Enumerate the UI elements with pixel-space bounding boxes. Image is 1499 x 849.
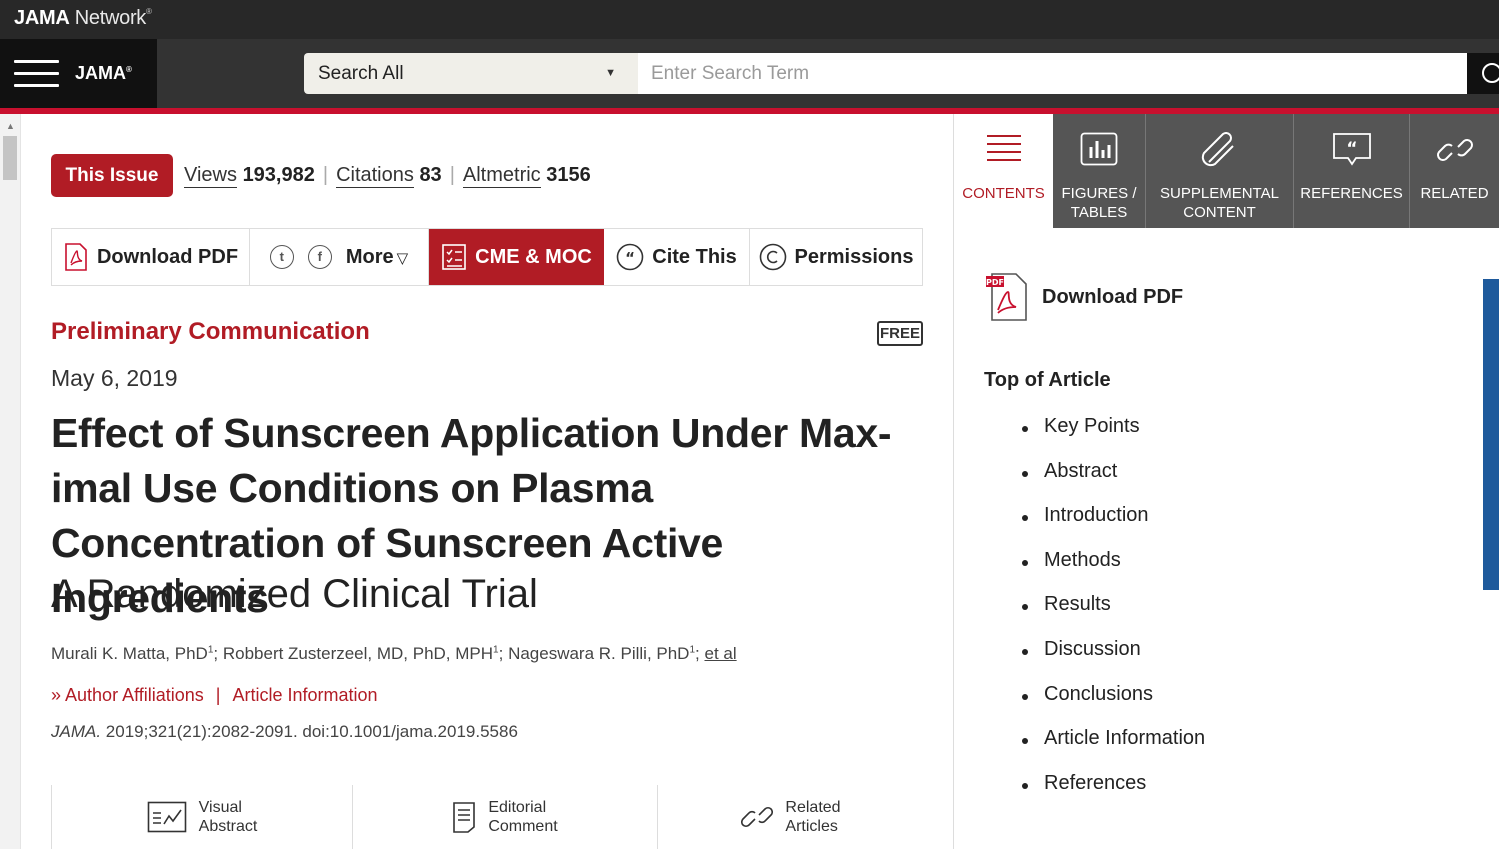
caret-down-icon: ▼	[605, 67, 616, 79]
quote-bubble-icon: “	[1332, 133, 1371, 166]
share-group: t f More ▽	[250, 229, 429, 285]
bar-chart-icon	[1080, 132, 1118, 166]
search-icon	[1482, 63, 1499, 83]
cme-moc-button[interactable]: CME & MOC	[429, 229, 604, 285]
toc-item-article-information[interactable]: Article Information	[1022, 727, 1205, 772]
permissions-button[interactable]: Permissions	[750, 229, 922, 285]
author-list: Murali K. Matta, PhD1; Robbert Zusterzee…	[51, 644, 737, 663]
toc-item-discussion[interactable]: Discussion	[1022, 638, 1205, 683]
svg-text:“: “	[1346, 139, 1357, 159]
toc-item-conclusions[interactable]: Conclusions	[1022, 683, 1205, 728]
double-chevron-right-icon: »	[51, 685, 62, 705]
link-icon	[1436, 139, 1473, 161]
publication-date: May 6, 2019	[51, 365, 178, 391]
more-dropdown[interactable]: More ▽	[346, 246, 408, 269]
facebook-icon[interactable]: f	[307, 245, 332, 269]
author-affiliations-link[interactable]: » Author Affiliations	[51, 685, 204, 705]
tab-related[interactable]: RELATED	[1410, 114, 1499, 228]
toc-item-results[interactable]: Results	[1022, 593, 1205, 638]
brand-trademark: ®	[146, 7, 152, 16]
toc-item-references[interactable]: References	[1022, 772, 1205, 817]
twitter-icon[interactable]: t	[269, 245, 294, 269]
related-links-bar: Visual Abstract Editorial Comment Related A…	[51, 785, 923, 849]
scroll-up-arrow-icon[interactable]: ▲	[6, 121, 15, 131]
article-information-link[interactable]: Article Information	[232, 685, 377, 705]
list-icon	[986, 135, 1021, 161]
pdf-icon	[65, 243, 87, 271]
page-scrollbar[interactable]: ▲	[0, 114, 21, 849]
quote-icon: “	[616, 243, 644, 271]
related-articles-link[interactable]: Related Articles	[658, 785, 924, 849]
article-category: Preliminary Communication	[51, 318, 370, 345]
hamburger-menu-icon[interactable]	[14, 60, 59, 88]
metric-altmetric[interactable]: Altmetric 3156	[462, 164, 591, 188]
tab-supplemental-content[interactable]: SUPPLEMENTAL CONTENT	[1146, 114, 1294, 228]
author-link[interactable]: Murali K. Matta, PhD1	[51, 644, 213, 663]
nav-bar: JAMA® Search All ▼	[0, 39, 1499, 108]
cite-this-button[interactable]: “ Cite This	[604, 229, 750, 285]
svg-text:PDF: PDF	[986, 278, 1004, 287]
metric-views[interactable]: Views 193,982	[184, 164, 315, 188]
article-citation: JAMA. 2019;321(21):2082-2091. doi:10.100…	[51, 722, 518, 741]
pdf-file-icon: PDF	[986, 273, 1027, 321]
free-badge: FREE	[877, 321, 923, 346]
jama-logo[interactable]: JAMA®	[75, 63, 132, 84]
author-link[interactable]: Robbert Zusterzeel, MD, PhD, MPH1	[223, 644, 499, 663]
brand-light: Network	[74, 7, 147, 29]
scroll-thumb[interactable]	[3, 136, 17, 180]
sidebar-scroll-indicator[interactable]	[1483, 279, 1499, 590]
paperclip-icon	[1201, 132, 1234, 167]
table-of-contents: Key Points Abstract Introduction Methods…	[1022, 415, 1205, 816]
link-icon	[741, 806, 774, 828]
article-toolbar: Download PDF t f More ▽ CME & MOC “ Cite …	[51, 228, 923, 286]
et-al-link[interactable]: et al	[704, 644, 736, 663]
tab-contents[interactable]: CONTENTS	[954, 114, 1053, 228]
jama-network-logo[interactable]: JAMA Network®	[14, 7, 152, 30]
chevron-down-icon: ▽	[396, 249, 409, 267]
nav-left: JAMA®	[0, 39, 157, 108]
document-icon	[453, 802, 476, 833]
search-button[interactable]	[1467, 53, 1499, 94]
visual-abstract-link[interactable]: Visual Abstract	[52, 785, 353, 849]
sidebar-tabs: CONTENTS FIGURES / TABLES SUPPLEMENTAL CON…	[954, 114, 1499, 228]
download-pdf-button[interactable]: Download PDF	[52, 229, 250, 285]
visual-abstract-icon	[147, 801, 186, 833]
copyright-icon	[759, 243, 786, 271]
this-issue-button[interactable]: This Issue	[51, 154, 173, 197]
article-subtitle: A Randomized Clinical Trial	[51, 572, 538, 616]
search-scope-label: Search All	[318, 63, 404, 84]
checklist-icon	[442, 244, 466, 270]
search-scope-select[interactable]: Search All ▼	[304, 53, 638, 94]
toc-item-abstract[interactable]: Abstract	[1022, 460, 1205, 505]
svg-text:“: “	[625, 249, 635, 267]
author-link[interactable]: Nageswara R. Pilli, PhD1	[508, 644, 695, 663]
toc-item-methods[interactable]: Methods	[1022, 549, 1205, 594]
toc-item-introduction[interactable]: Introduction	[1022, 504, 1205, 549]
toc-item-key-points[interactable]: Key Points	[1022, 415, 1205, 460]
article-info-links: » Author Affiliations | Article Informatio…	[51, 685, 378, 705]
metric-citations[interactable]: Citations 83	[336, 164, 442, 188]
sidebar-download-pdf[interactable]: PDF Download PDF	[984, 272, 1183, 322]
article-metrics: Views 193,982 | Citations 83 | Altmetric 315…	[184, 164, 591, 188]
tab-references[interactable]: “ REFERENCES	[1294, 114, 1410, 228]
tab-figures-tables[interactable]: FIGURES / TABLES	[1053, 114, 1146, 228]
top-brand-bar: JAMA Network®	[0, 0, 1499, 39]
editorial-comment-link[interactable]: Editorial Comment	[353, 785, 658, 849]
brand-bold: JAMA	[14, 7, 70, 29]
toc-heading: Top of Article	[984, 369, 1111, 391]
search-input[interactable]	[638, 53, 1467, 94]
